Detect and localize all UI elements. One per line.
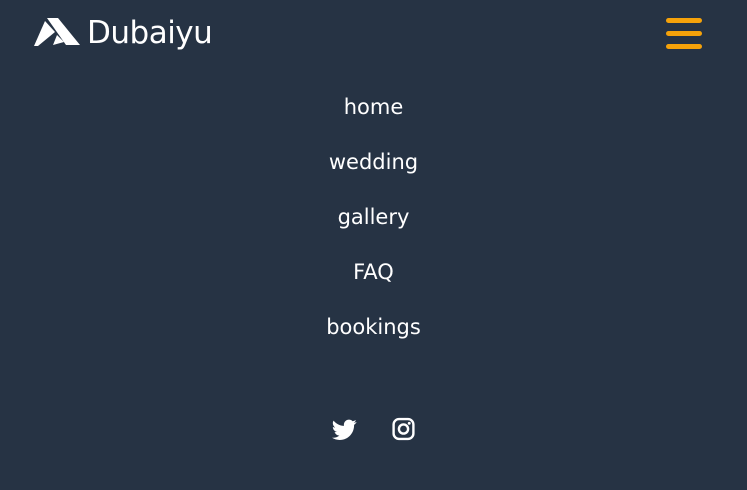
nav-item-wedding: wedding: [0, 141, 747, 196]
nav-item-home: home: [0, 86, 747, 141]
dubaiyu-logo-icon: [34, 18, 80, 46]
nav-item-bookings: bookings: [0, 306, 747, 361]
nav-item-faq: FAQ: [0, 251, 747, 306]
menu-bar-top: [666, 18, 702, 23]
nav-link-home[interactable]: home: [344, 86, 404, 128]
brand-link[interactable]: Dubaiyu: [33, 13, 213, 53]
main-nav: home wedding gallery FAQ bookings: [0, 86, 747, 361]
nav-item-gallery: gallery: [0, 196, 747, 251]
nav-link-bookings[interactable]: bookings: [326, 306, 421, 348]
social-links: [0, 416, 747, 442]
menu-bar-bottom: [666, 44, 702, 49]
nav-link-wedding[interactable]: wedding: [329, 141, 418, 183]
menu-bar-middle: [666, 31, 702, 36]
nav-link-gallery[interactable]: gallery: [338, 196, 410, 238]
page: Dubaiyu home wedding gallery FAQ booking…: [0, 0, 747, 490]
nav-link-faq[interactable]: FAQ: [353, 251, 394, 293]
hamburger-menu-icon[interactable]: [666, 17, 702, 51]
twitter-icon[interactable]: [331, 416, 357, 442]
brand-name: Dubaiyu: [87, 15, 213, 51]
instagram-icon[interactable]: [391, 416, 416, 442]
